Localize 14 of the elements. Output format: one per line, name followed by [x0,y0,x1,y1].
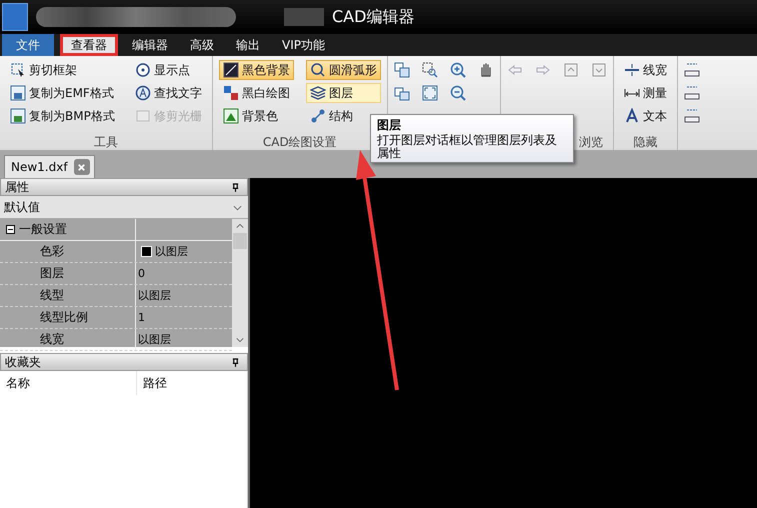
panel-title: 属性 [5,178,29,196]
property-name: 线型 [0,285,136,306]
property-name: 色彩 [0,241,136,262]
tooltip-text: 打开图层对话框以管理图层列表及属性 [377,134,558,160]
property-name: 图层 [0,263,136,284]
group-label: 工具 [92,134,119,150]
panel-title: 收藏夹 [5,354,41,370]
group-label: CAD绘图设置 [262,134,338,150]
property-name: 线宽 [0,329,136,350]
window-title: CAD编辑器 [332,6,414,28]
group-label: 浏览 [578,134,603,150]
property-name: 线型比例 [0,307,136,328]
group-label: 隐藏 [632,134,658,150]
tooltip-title: 图层 [377,117,402,134]
